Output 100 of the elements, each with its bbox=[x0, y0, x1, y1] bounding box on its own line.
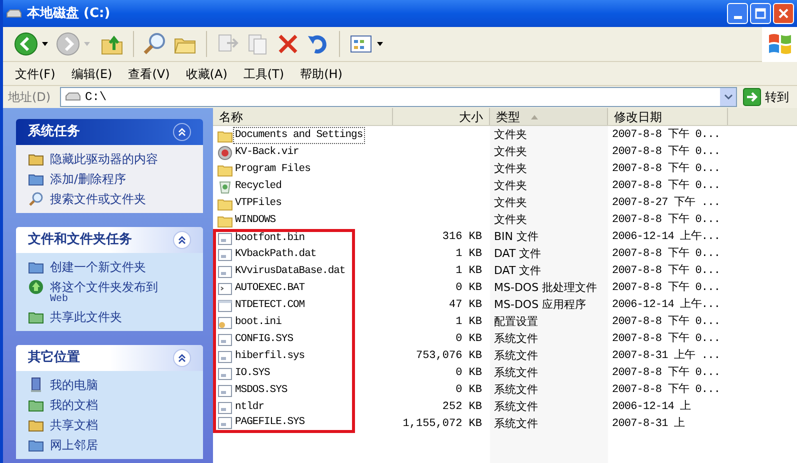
search-icon bbox=[142, 31, 168, 57]
close-button[interactable] bbox=[773, 3, 794, 24]
file-name: IO.SYS bbox=[234, 366, 271, 381]
modified-date: 2007-8-8 下午 0... bbox=[612, 248, 720, 260]
panel-title: 文件和文件夹任务 bbox=[28, 230, 132, 250]
column-header[interactable]: 名称 bbox=[213, 108, 393, 125]
modified-date: 2007-8-8 下午 0... bbox=[612, 384, 720, 396]
dropdown-button[interactable] bbox=[720, 88, 736, 106]
file-name: CONFIG.SYS bbox=[234, 332, 294, 347]
file-name: WINDOWS bbox=[234, 212, 277, 228]
forward-icon bbox=[55, 31, 81, 57]
file-name: VTPFiles bbox=[234, 196, 282, 211]
collapse-button[interactable] bbox=[173, 349, 191, 367]
file-icon bbox=[217, 366, 233, 382]
file-row[interactable]: Documents and Settings 文件夹 2007-8-8 下午 0... bbox=[213, 127, 797, 144]
task-link[interactable]: 共享文档 bbox=[50, 417, 98, 433]
file-type: 配置设置 bbox=[494, 315, 538, 328]
file-type: 系统文件 bbox=[494, 400, 538, 414]
back-icon bbox=[13, 31, 39, 57]
menu-item[interactable]: 查看(V) bbox=[122, 64, 176, 82]
file-name: MSDOS.SYS bbox=[234, 382, 288, 398]
task-link[interactable]: 共享此文件夹 bbox=[50, 309, 122, 325]
file-icon bbox=[217, 415, 233, 431]
file-icon bbox=[217, 231, 233, 247]
file-type: 文件夹 bbox=[494, 128, 527, 142]
modified-date: 2007-8-8 下午 0... bbox=[612, 180, 720, 192]
caret-icon bbox=[83, 41, 91, 47]
file-size: 47 KB bbox=[448, 299, 482, 312]
close-icon bbox=[778, 8, 789, 19]
minimize-icon bbox=[734, 16, 742, 19]
file-size: 1 KB bbox=[456, 248, 482, 260]
task-link[interactable]: 我的电脑 bbox=[50, 377, 98, 393]
file-row[interactable]: IO.SYS 0 KB 系统文件 2007-8-8 下午 0... bbox=[213, 365, 797, 382]
task-link[interactable]: 网上邻居 bbox=[50, 437, 98, 453]
file-name: KVvirusDataBase.dat bbox=[234, 264, 346, 279]
file-size: 1 KB bbox=[456, 316, 482, 328]
panel-title: 系统任务 bbox=[28, 122, 80, 142]
file-type: 系统文件 bbox=[494, 417, 538, 430]
file-type: 文件夹 bbox=[494, 179, 527, 192]
file-row[interactable]: bootfont.bin 316 KB BIN 文件 2006-12-14 上午... bbox=[213, 229, 797, 246]
menu-item[interactable]: 编辑(E) bbox=[65, 64, 118, 82]
file-row[interactable]: VTPFiles 文件夹 2007-8-27 下午 ... bbox=[213, 195, 797, 212]
caret-icon bbox=[41, 41, 49, 47]
modified-date: 2007-8-8 下午 0... bbox=[612, 214, 720, 226]
file-row[interactable]: KVbackPath.dat 1 KB DAT 文件 2007-8-8 下午 0... bbox=[213, 246, 797, 263]
maximize-button[interactable] bbox=[750, 3, 771, 24]
file-name: ntldr bbox=[234, 400, 266, 415]
file-size: 316 KB bbox=[442, 231, 482, 244]
file-row[interactable]: KVvirusDataBase.dat 1 KB DAT 文件 2007-8-8 下午 0... bbox=[213, 263, 797, 280]
task-link[interactable]: 添加/删除程序 bbox=[50, 171, 126, 187]
file-name: boot.ini bbox=[234, 314, 282, 330]
caret-icon bbox=[376, 41, 384, 47]
file-name: KVbackPath.dat bbox=[234, 246, 318, 262]
file-icon bbox=[217, 332, 233, 348]
menu-item[interactable]: 工具(T) bbox=[237, 64, 290, 82]
file-row[interactable]: MSDOS.SYS 0 KB 系统文件 2007-8-8 下午 0... bbox=[213, 382, 797, 399]
minimize-button[interactable] bbox=[727, 3, 748, 24]
file-size: 0 KB bbox=[456, 333, 482, 346]
file-row[interactable]: Program Files 文件夹 2007-8-8 下午 0... bbox=[213, 161, 797, 178]
modified-date: 2007-8-8 下午 0... bbox=[612, 333, 720, 346]
file-icon bbox=[217, 400, 233, 416]
file-row[interactable]: PAGEFILE.SYS 1,155,072 KB 系统文件 2007-8-31 上 bbox=[213, 416, 797, 433]
task-link-continuation: Web bbox=[50, 295, 70, 305]
file-type: 文件夹 bbox=[494, 162, 527, 176]
file-size: 0 KB bbox=[456, 282, 482, 294]
file-row[interactable]: AUTOEXEC.BAT 0 KB MS-DOS 批处理文件 2007-8-8 下午 0... bbox=[213, 280, 797, 297]
address-field[interactable]: C:\ bbox=[60, 87, 737, 107]
file-icon bbox=[217, 348, 233, 364]
file-row[interactable]: WINDOWS 文件夹 2007-8-8 下午 0... bbox=[213, 212, 797, 229]
globe-icon bbox=[28, 279, 44, 295]
file-row[interactable]: boot.ini 1 KB 配置设置 2007-8-8 下午 0... bbox=[213, 314, 797, 331]
modified-date: 2007-8-8 下午 0... bbox=[612, 129, 720, 142]
column-header[interactable]: 修改日期 bbox=[608, 108, 728, 125]
modified-date: 2007-8-8 下午 0... bbox=[612, 265, 720, 278]
file-row[interactable]: NTDETECT.COM 47 KB MS-DOS 应用程序 2006-12-14 上午... bbox=[213, 297, 797, 314]
collapse-button[interactable] bbox=[173, 123, 191, 141]
task-link[interactable]: 隐藏此驱动器的内容 bbox=[50, 151, 158, 167]
task-link[interactable]: 搜索文件或文件夹 bbox=[50, 191, 146, 207]
file-row[interactable]: Recycled 文件夹 2007-8-8 下午 0... bbox=[213, 178, 797, 195]
file-type: 系统文件 bbox=[494, 349, 538, 362]
file-row[interactable]: CONFIG.SYS 0 KB 系统文件 2007-8-8 下午 0... bbox=[213, 331, 797, 348]
collapse-button[interactable] bbox=[173, 231, 191, 249]
settings-file-icon bbox=[217, 314, 233, 330]
maximize-icon bbox=[755, 8, 766, 19]
task-link[interactable]: 将这个文件夹发布到 bbox=[50, 279, 158, 295]
chevron-up-icon bbox=[177, 127, 187, 137]
task-link[interactable]: 我的文档 bbox=[50, 397, 98, 413]
task-link[interactable]: 创建一个新文件夹 bbox=[50, 259, 146, 275]
go-button[interactable]: 转到 bbox=[741, 88, 793, 106]
menu-item[interactable]: 帮助(H) bbox=[294, 64, 348, 82]
file-row[interactable]: KV-Back.vir 文件夹 2007-8-8 下午 0... bbox=[213, 144, 797, 161]
file-name: Recycled bbox=[234, 178, 282, 194]
window-title: 本地磁盘 (C:) bbox=[27, 4, 110, 23]
column-header[interactable]: 类型 bbox=[490, 108, 608, 125]
modified-date: 2007-8-8 下午 0... bbox=[612, 316, 720, 328]
arrow-right-icon bbox=[743, 88, 761, 106]
file-row[interactable]: ntldr 252 KB 系统文件 2006-12-14 上 bbox=[213, 399, 797, 416]
menu-item[interactable]: 文件(F) bbox=[9, 64, 62, 82]
menu-item[interactable]: 收藏(A) bbox=[180, 64, 234, 82]
file-row[interactable]: hiberfil.sys 753,076 KB 系统文件 2007-8-31 上午 ... bbox=[213, 348, 797, 365]
